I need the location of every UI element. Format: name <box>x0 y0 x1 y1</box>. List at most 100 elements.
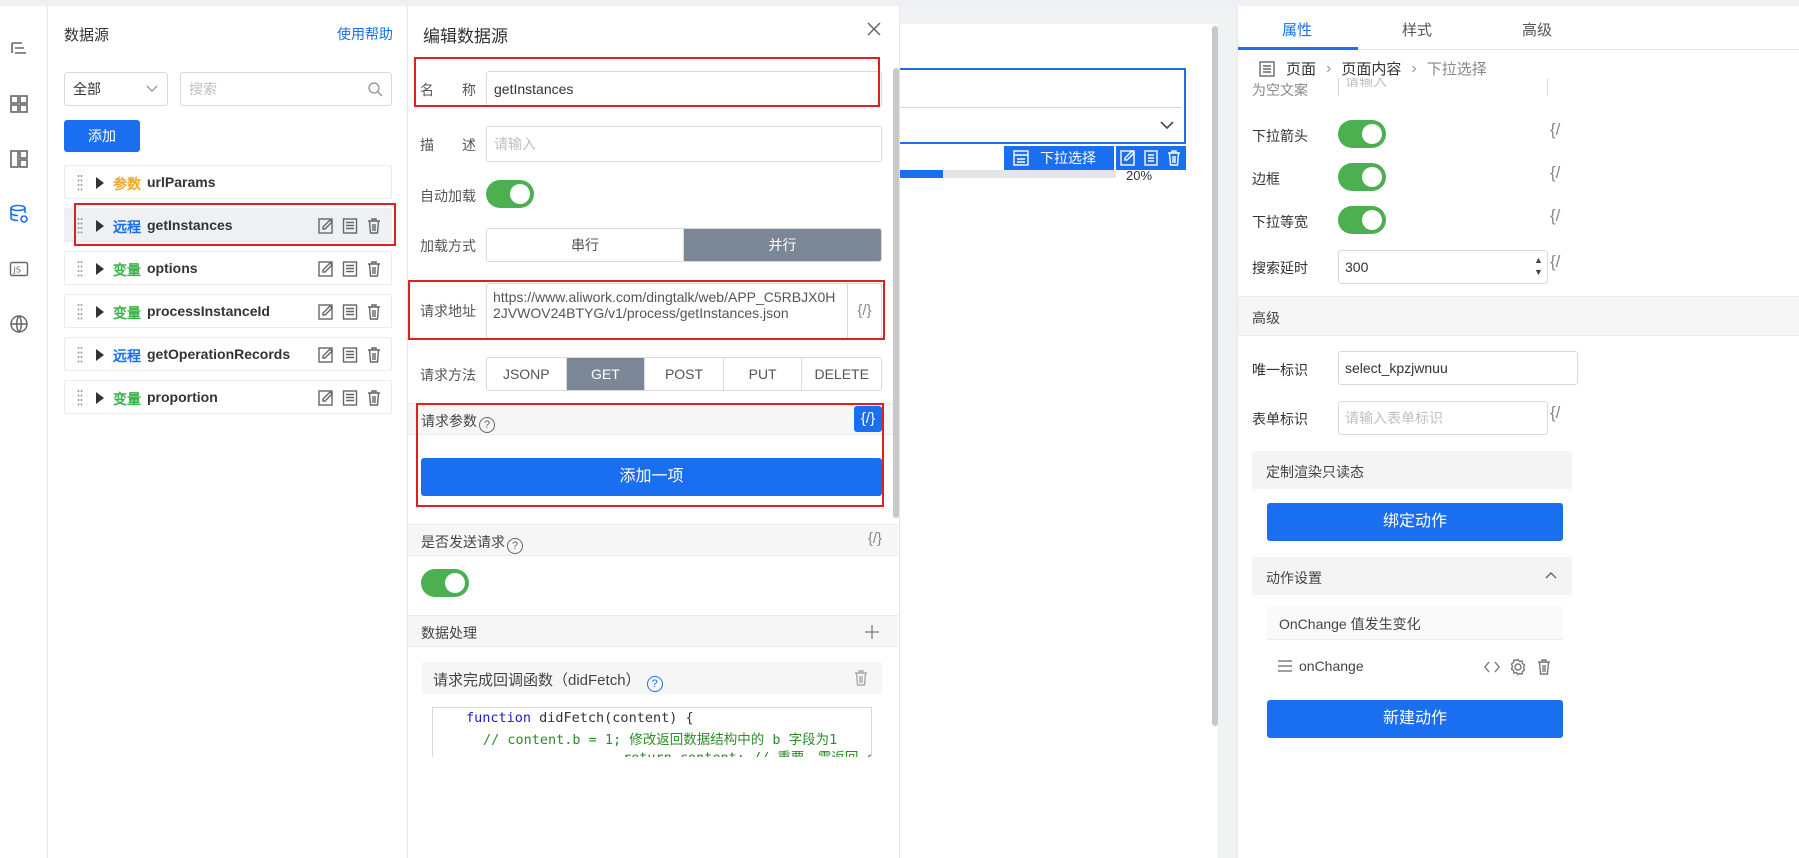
search-input[interactable]: 搜索 <box>180 72 392 106</box>
event-handler-row[interactable]: onChange <box>1267 652 1563 682</box>
action-settings-section[interactable]: 动作设置 <box>1252 557 1572 595</box>
add-item-button[interactable]: 添加一项 <box>421 458 882 496</box>
method-get[interactable]: GET <box>566 358 646 390</box>
outline-tree-icon[interactable] <box>8 38 30 60</box>
canvas-scrollbar[interactable] <box>1212 26 1218 726</box>
edit-icon[interactable] <box>317 260 335 278</box>
copy-icon[interactable] <box>341 346 359 364</box>
url-input[interactable]: https://www.aliwork.com/dingtalk/web/APP… <box>486 283 882 339</box>
border-code-button[interactable]: {/ <box>1550 163 1560 183</box>
stepper-icon[interactable]: ▲ ▼ <box>1534 254 1543 278</box>
copy-icon[interactable] <box>341 260 359 278</box>
formid-code-button[interactable]: {/ <box>1550 403 1560 423</box>
send-code-button[interactable]: {/} <box>868 530 882 547</box>
datasource-item[interactable]: 远程 getOperationRecords <box>64 337 392 371</box>
drag-handle-icon[interactable] <box>77 217 83 235</box>
arrow-code-button[interactable]: {/ <box>1550 120 1560 140</box>
tab-advanced[interactable]: 高级 <box>1522 19 1552 40</box>
loadmode-parallel[interactable]: 并行 <box>684 229 881 261</box>
breadcrumb-item[interactable]: 页面 <box>1286 58 1316 79</box>
datasource-item[interactable]: 远程 getInstances <box>64 208 392 242</box>
code-icon[interactable] <box>1483 658 1501 676</box>
help-link[interactable]: 使用帮助 <box>337 24 393 44</box>
copy-icon[interactable] <box>341 217 359 235</box>
copy-icon[interactable] <box>1142 149 1160 167</box>
loadmode-serial[interactable]: 串行 <box>487 229 684 261</box>
delay-code-button[interactable]: {/ <box>1550 252 1560 272</box>
dropdown-arrow-toggle[interactable] <box>1338 120 1386 148</box>
drag-handle-icon[interactable] <box>77 174 83 192</box>
empty-text-input[interactable]: 请输入 <box>1338 78 1548 96</box>
method-jsonp[interactable]: JSONP <box>487 358 567 390</box>
layout-icon[interactable] <box>8 148 30 170</box>
expand-arrow-icon[interactable] <box>96 177 104 189</box>
method-delete[interactable]: DELETE <box>802 358 881 390</box>
drag-handle-icon[interactable] <box>77 303 83 321</box>
copy-icon[interactable] <box>341 303 359 321</box>
desc-input[interactable]: 请输入 <box>486 126 882 162</box>
datasource-item[interactable]: 变量 proportion <box>64 380 392 414</box>
expand-arrow-icon[interactable] <box>96 392 104 404</box>
bind-action-button[interactable]: 绑定动作 <box>1267 503 1563 541</box>
drag-handle-icon[interactable] <box>1277 658 1293 674</box>
trash-icon[interactable] <box>1535 658 1553 676</box>
drag-handle-icon[interactable] <box>77 389 83 407</box>
expand-arrow-icon[interactable] <box>96 349 104 361</box>
name-input[interactable]: getInstances <box>486 71 882 107</box>
unique-id-input[interactable]: select_kpzjwnuu <box>1338 351 1578 385</box>
component-tag[interactable]: 下拉选择 <box>1004 146 1114 170</box>
expand-arrow-icon[interactable] <box>96 263 104 275</box>
expand-arrow-icon[interactable] <box>96 306 104 318</box>
form-id-input[interactable]: 请输入表单标识 <box>1338 401 1548 435</box>
advanced-section[interactable]: 高级 <box>1238 296 1799 336</box>
breadcrumb-item[interactable]: 页面内容 <box>1341 58 1401 79</box>
gear-icon[interactable] <box>1509 658 1527 676</box>
drag-handle-icon[interactable] <box>77 260 83 278</box>
edit-icon[interactable] <box>1119 149 1137 167</box>
globe-icon[interactable] <box>8 313 30 335</box>
autoload-toggle[interactable] <box>486 180 534 208</box>
search-delay-input[interactable]: 300 <box>1338 250 1548 284</box>
edit-icon[interactable] <box>317 303 335 321</box>
components-icon[interactable] <box>8 93 30 115</box>
editor-scrollbar[interactable] <box>893 68 899 518</box>
trash-icon[interactable] <box>1165 149 1183 167</box>
help-icon[interactable]: ? <box>646 676 663 692</box>
params-code-button[interactable]: {/} <box>854 406 882 432</box>
code-editor[interactable]: function didFetch(content) { // content.… <box>432 707 872 757</box>
custom-readonly-section[interactable]: 定制渲染只读态 <box>1252 451 1572 489</box>
help-icon[interactable]: ? <box>507 538 523 554</box>
method-post[interactable]: POST <box>645 358 724 390</box>
url-code-button[interactable]: {/} <box>847 284 881 338</box>
dropdown-select-preview[interactable] <box>900 107 1182 143</box>
filter-select[interactable]: 全部 <box>64 72 168 106</box>
datasource-icon[interactable] <box>8 203 30 225</box>
close-icon[interactable] <box>865 20 883 38</box>
trash-icon[interactable] <box>365 217 383 235</box>
datasource-item[interactable]: 变量 processInstanceId <box>64 294 392 328</box>
equal-width-toggle[interactable] <box>1338 206 1386 234</box>
datasource-item[interactable]: 变量 options <box>64 251 392 285</box>
trash-icon[interactable] <box>852 669 870 687</box>
edit-icon[interactable] <box>317 389 335 407</box>
method-put[interactable]: PUT <box>723 358 803 390</box>
trash-icon[interactable] <box>365 260 383 278</box>
trash-icon[interactable] <box>365 389 383 407</box>
plus-icon[interactable] <box>864 624 880 640</box>
send-toggle[interactable] <box>421 569 469 597</box>
expand-arrow-icon[interactable] <box>96 220 104 232</box>
add-datasource-button[interactable]: 添加 <box>64 120 140 152</box>
drag-handle-icon[interactable] <box>77 346 83 364</box>
copy-icon[interactable] <box>341 389 359 407</box>
width-code-button[interactable]: {/ <box>1550 206 1560 226</box>
datasource-item[interactable]: 参数 urlParams <box>64 165 392 199</box>
js-icon[interactable]: JS <box>8 258 30 280</box>
new-action-button[interactable]: 新建动作 <box>1267 700 1563 738</box>
tab-properties[interactable]: 属性 <box>1282 19 1312 40</box>
tab-style[interactable]: 样式 <box>1402 19 1432 40</box>
edit-icon[interactable] <box>317 346 335 364</box>
trash-icon[interactable] <box>365 346 383 364</box>
trash-icon[interactable] <box>365 303 383 321</box>
border-toggle[interactable] <box>1338 163 1386 191</box>
edit-icon[interactable] <box>317 217 335 235</box>
